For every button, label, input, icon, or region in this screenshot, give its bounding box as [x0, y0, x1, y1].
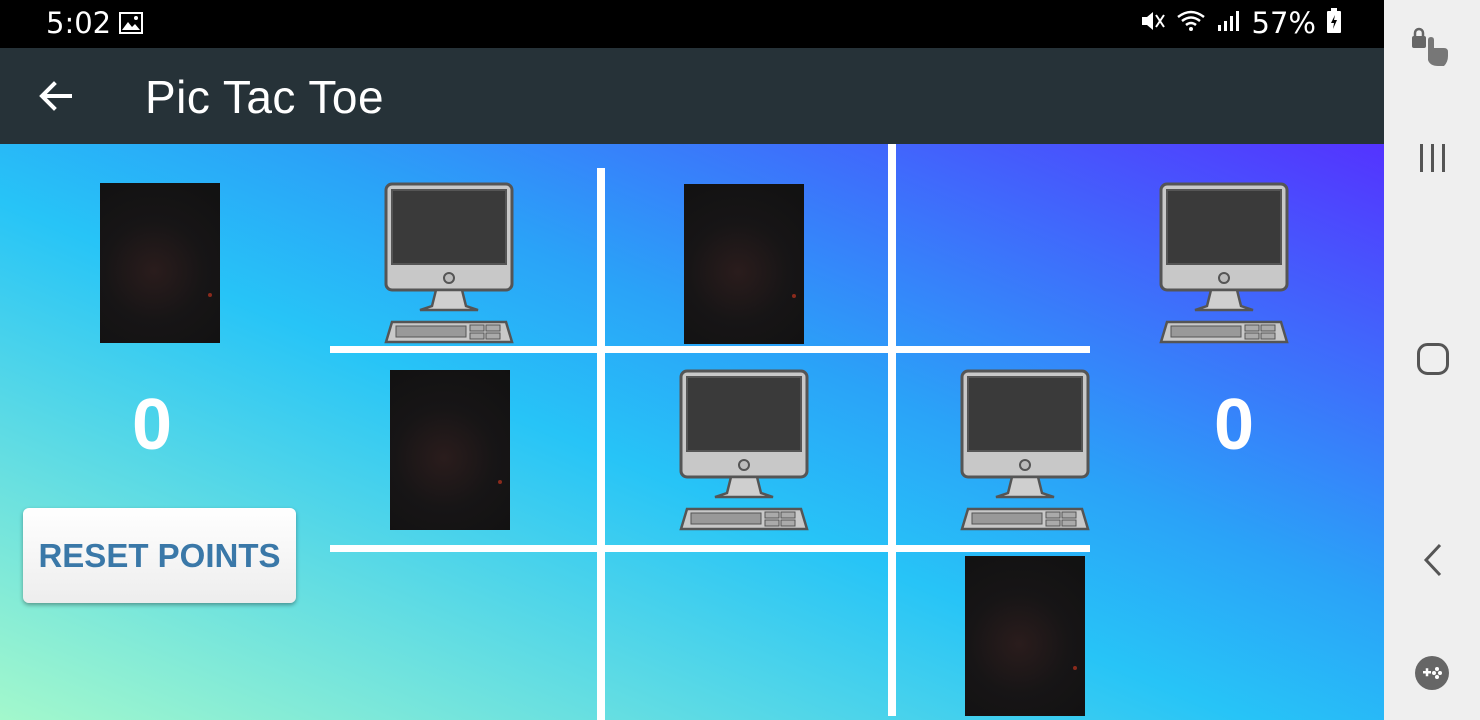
board-cell-3-1[interactable]: [330, 552, 597, 720]
app-title: Pic Tac Toe: [145, 71, 385, 123]
home-icon[interactable]: [1416, 342, 1450, 381]
game-area: 0 RESET POINTS 0: [0, 144, 1384, 720]
player-two-avatar: [1157, 182, 1291, 351]
player-one-photo: [965, 556, 1085, 716]
computer-icon: [382, 182, 516, 346]
grid-line-horizontal-2: [330, 545, 1090, 552]
board-cell-3-3[interactable]: [896, 552, 1090, 720]
board-cell-1-3[interactable]: [896, 168, 1090, 346]
player-one-photo: [390, 370, 510, 530]
status-time: 5:02: [46, 6, 112, 40]
player-one-photo: [684, 184, 804, 344]
back-icon[interactable]: [1422, 542, 1444, 583]
grid-line-horizontal-1: [330, 346, 1090, 353]
board-cell-2-3[interactable]: [896, 353, 1090, 545]
computer-icon: [958, 369, 1092, 533]
grid-line-vertical-1: [597, 168, 605, 720]
player-one-avatar: [100, 183, 220, 343]
mute-icon: [1140, 9, 1166, 38]
status-bar: 5:02 57%: [0, 0, 1384, 48]
computer-icon: [1157, 182, 1291, 346]
screen-lock-touch-icon[interactable]: [1408, 26, 1452, 75]
player-two-score: 0: [1213, 385, 1255, 465]
board-cell-2-1[interactable]: [330, 353, 597, 545]
gallery-icon: [119, 12, 143, 39]
player-one-score: 0: [131, 385, 173, 465]
status-right: 57%: [1140, 6, 1342, 40]
grid-line-vertical-2: [888, 144, 896, 716]
arrow-left-icon: [39, 81, 72, 111]
board-cell-1-1[interactable]: [330, 168, 597, 346]
recent-apps-icon[interactable]: [1418, 142, 1448, 179]
navigation-bar: [1384, 0, 1480, 720]
board-cell-2-2[interactable]: [605, 353, 888, 545]
computer-icon: [677, 369, 811, 533]
battery-percent: 57%: [1251, 6, 1316, 40]
board-cell-1-2[interactable]: [605, 168, 888, 346]
wifi-icon: [1176, 9, 1206, 38]
back-button[interactable]: [34, 74, 78, 118]
board-cell-3-2[interactable]: [605, 552, 888, 720]
app-bar: Pic Tac Toe: [0, 48, 1384, 144]
battery-icon: [1326, 7, 1342, 39]
game-launcher-icon[interactable]: [1414, 655, 1450, 696]
signal-icon: [1216, 9, 1242, 38]
reset-points-button[interactable]: RESET POINTS: [23, 508, 296, 603]
